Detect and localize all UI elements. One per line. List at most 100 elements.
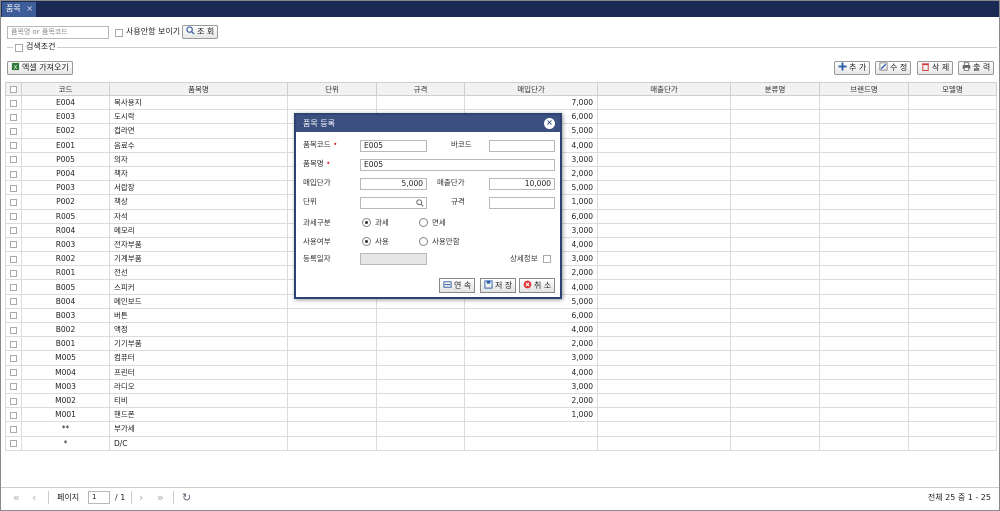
prev-page-icon[interactable]: ‹ (32, 491, 36, 504)
row-checkbox[interactable] (10, 255, 17, 263)
add-button[interactable]: 추 가 (834, 61, 871, 75)
row-checkbox[interactable] (10, 127, 17, 135)
table-row[interactable]: M003 라디오 3,000 (5, 378, 997, 394)
row-checkbox[interactable] (10, 369, 17, 377)
tab-close-icon[interactable]: × (26, 2, 33, 16)
row-checkbox[interactable] (10, 284, 17, 292)
row-checkbox[interactable] (10, 142, 17, 150)
buy-price-input[interactable]: 5,000 (360, 178, 427, 190)
print-button[interactable]: 출 력 (958, 61, 995, 75)
cell-name: 메인보드 (109, 293, 288, 309)
cell-sell-price (597, 407, 731, 423)
cell-unit (287, 421, 377, 437)
table-row[interactable]: M001 핸드폰 1,000 (5, 407, 997, 423)
search-input[interactable]: 품목명 or 품목코드 (7, 26, 109, 39)
select-all-cell[interactable] (5, 82, 22, 96)
cell-model (908, 151, 997, 167)
row-checkbox[interactable] (10, 170, 17, 178)
row-checkbox[interactable] (10, 156, 17, 164)
cell-sell-price (597, 94, 731, 111)
column-header[interactable]: 매출단가 (597, 82, 731, 96)
table-row[interactable]: M005 컴퓨터 3,000 (5, 350, 997, 366)
search-icon[interactable] (416, 199, 424, 207)
search-condition-checkbox[interactable] (15, 44, 23, 52)
unit-input[interactable] (360, 197, 427, 209)
spec-input[interactable] (489, 197, 555, 209)
tax-exempt-radio[interactable] (419, 218, 428, 227)
row-checkbox[interactable] (10, 326, 17, 334)
dialog-close-icon[interactable]: × (544, 118, 555, 129)
cell-model (908, 251, 997, 267)
first-page-icon[interactable]: « (13, 491, 20, 504)
item-code-input[interactable]: E005 (360, 140, 427, 152)
detail-info-checkbox[interactable] (543, 255, 551, 263)
row-checkbox[interactable] (10, 397, 17, 405)
row-checkbox[interactable] (10, 113, 17, 121)
table-row[interactable]: E004 복사용지 7,000 (5, 94, 997, 111)
last-page-icon[interactable]: » (157, 491, 164, 504)
row-checkbox[interactable] (10, 354, 17, 362)
table-row[interactable]: ** 부가세 (5, 421, 997, 437)
app-frame: 품목 × 품목명 or 품목코드 사용안함 보이기 조 회 검색조건 X 엑셀 가… (0, 0, 1000, 511)
select-all-checkbox[interactable] (10, 86, 17, 93)
row-checkbox[interactable] (10, 312, 17, 320)
column-header[interactable]: 품목명 (109, 82, 288, 96)
table-row[interactable]: * D/C (5, 435, 997, 451)
row-checkbox[interactable] (10, 425, 17, 433)
sell-price-label: 매출단가 (437, 178, 465, 187)
cell-category (730, 180, 820, 196)
row-checkbox-cell (5, 392, 22, 409)
row-checkbox[interactable] (10, 411, 17, 419)
column-header[interactable]: 코드 (21, 82, 110, 96)
svg-text:X: X (14, 65, 18, 71)
row-checkbox[interactable] (10, 99, 17, 107)
row-checkbox[interactable] (10, 440, 17, 448)
sell-price-input[interactable]: 10,000 (489, 178, 555, 190)
cell-code: M002 (21, 392, 110, 409)
cancel-button[interactable]: 취 소 (519, 278, 556, 293)
item-name-input[interactable]: E005 (360, 159, 555, 171)
table-row[interactable]: B001 기기부품 2,000 (5, 336, 997, 352)
row-checkbox[interactable] (10, 198, 17, 206)
row-checkbox[interactable] (10, 184, 17, 192)
use-no-radio[interactable] (419, 237, 428, 246)
barcode-input[interactable] (489, 140, 555, 152)
search-button[interactable]: 조 회 (182, 25, 219, 39)
tab-items[interactable]: 품목 × (2, 2, 36, 17)
table-row[interactable]: M004 프린터 4,000 (5, 364, 997, 380)
continue-button-label: 연 속 (454, 281, 472, 290)
excel-import-button[interactable]: X 엑셀 가져오기 (7, 61, 73, 75)
cell-unit (287, 378, 377, 394)
use-yes-radio[interactable] (362, 237, 371, 246)
next-page-icon[interactable]: › (139, 491, 143, 504)
continue-button[interactable]: 연 속 (439, 278, 476, 293)
column-header[interactable]: 분류명 (730, 82, 820, 96)
tax-taxable-radio[interactable] (362, 218, 371, 227)
row-checkbox[interactable] (10, 227, 17, 235)
row-checkbox[interactable] (10, 213, 17, 221)
cell-brand (819, 364, 909, 380)
row-checkbox[interactable] (10, 269, 17, 277)
cell-brand (819, 321, 909, 338)
column-header[interactable]: 모델명 (908, 82, 997, 96)
cell-sell-price (597, 421, 731, 437)
row-checkbox[interactable] (10, 383, 17, 391)
refresh-icon[interactable]: ↻ (182, 491, 191, 504)
column-header[interactable]: 규격 (376, 82, 465, 96)
column-header[interactable]: 단위 (287, 82, 377, 96)
table-row[interactable]: B002 액정 4,000 (5, 321, 997, 338)
save-button[interactable]: 저 장 (480, 278, 517, 293)
show-unused-checkbox[interactable] (115, 29, 123, 37)
row-checkbox[interactable] (10, 241, 17, 249)
page-input[interactable]: 1 (88, 491, 110, 504)
row-checkbox[interactable] (10, 340, 17, 348)
row-checkbox-cell (5, 350, 22, 366)
edit-button[interactable]: 수 정 (875, 61, 912, 75)
column-header[interactable]: 브랜드명 (819, 82, 909, 96)
delete-button[interactable]: 삭 제 (917, 61, 954, 75)
row-checkbox[interactable] (10, 298, 17, 306)
table-row[interactable]: B003 버튼 6,000 (5, 307, 997, 324)
table-row[interactable]: M002 티비 2,000 (5, 392, 997, 409)
column-header[interactable]: 매입단가 (464, 82, 598, 96)
dialog-body: 품목코드 • E005 바코드 품목명 • E005 매입단가 5,000 매출… (296, 132, 560, 297)
